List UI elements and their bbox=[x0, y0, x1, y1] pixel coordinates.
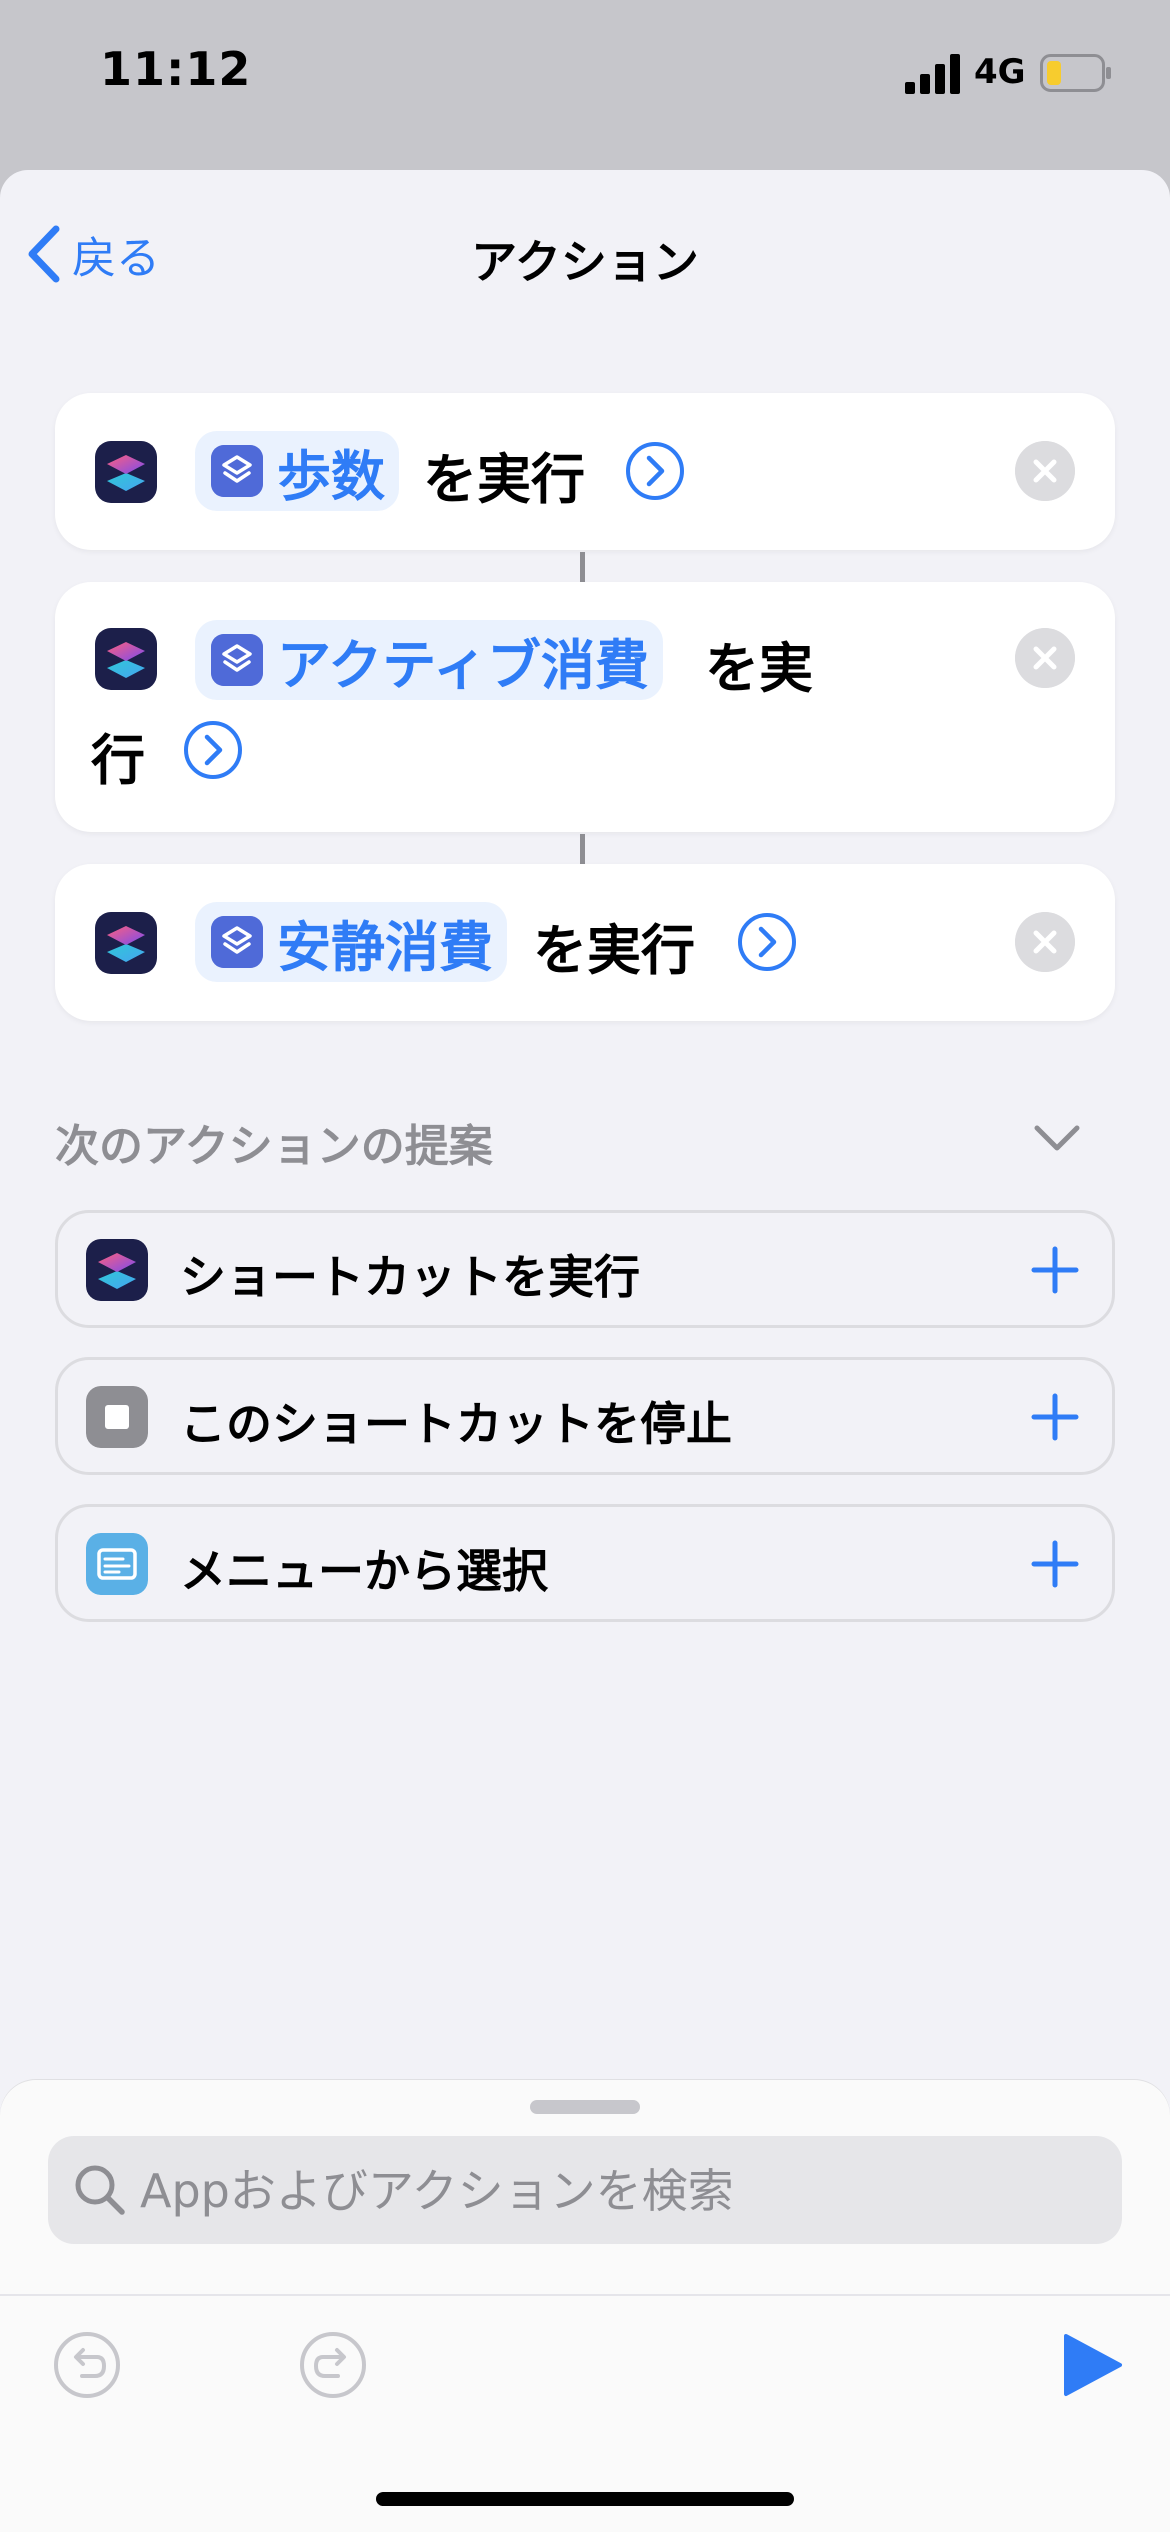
action-suffix-text: を実行 bbox=[423, 448, 585, 511]
search-input[interactable] bbox=[138, 2158, 1042, 2224]
suggestion-label: このショートカットを停止 bbox=[180, 1397, 732, 1451]
action-param-pill[interactable]: 歩数 bbox=[195, 431, 399, 511]
action-param-pill[interactable]: 安静消費 bbox=[195, 902, 507, 982]
action-card-active-energy[interactable]: アクティブ消費 を実 行 bbox=[55, 582, 1115, 832]
action-card-steps[interactable]: 歩数 を実行 bbox=[55, 393, 1115, 550]
action-connector bbox=[580, 552, 585, 582]
plus-icon[interactable] bbox=[1028, 1243, 1082, 1297]
expand-chevron-icon[interactable] bbox=[737, 912, 797, 972]
pill-label: 安静消費 bbox=[277, 915, 493, 979]
action-suffix-text: を実 bbox=[705, 637, 813, 700]
remove-action-icon[interactable] bbox=[1015, 441, 1075, 501]
suggestion-run-shortcut[interactable]: ショートカットを実行 bbox=[55, 1210, 1115, 1328]
home-indicator bbox=[376, 2492, 794, 2506]
remove-action-icon[interactable] bbox=[1015, 912, 1075, 972]
action-card-resting-energy[interactable]: 安静消費 を実行 bbox=[55, 864, 1115, 1021]
shortcuts-app-icon bbox=[95, 628, 157, 690]
remove-action-icon[interactable] bbox=[1015, 628, 1075, 688]
expand-chevron-icon[interactable] bbox=[183, 720, 243, 780]
redo-icon[interactable] bbox=[298, 2330, 368, 2400]
shortcuts-app-icon bbox=[95, 441, 157, 503]
shortcuts-app-icon bbox=[86, 1239, 148, 1301]
shortcut-layers-icon bbox=[211, 445, 263, 497]
menu-icon bbox=[86, 1533, 148, 1595]
action-suffix-text: を実行 bbox=[533, 919, 695, 982]
plus-icon[interactable] bbox=[1028, 1537, 1082, 1591]
sheet-grabber[interactable] bbox=[530, 2100, 640, 2114]
plus-icon[interactable] bbox=[1028, 1390, 1082, 1444]
action-connector bbox=[580, 834, 585, 864]
action-param-pill[interactable]: アクティブ消費 bbox=[195, 620, 664, 700]
expand-chevron-icon[interactable] bbox=[625, 441, 685, 501]
search-field[interactable] bbox=[48, 2136, 1122, 2244]
shortcut-layers-icon bbox=[211, 916, 263, 968]
suggestion-label: ショートカットを実行 bbox=[180, 1250, 640, 1304]
status-bar: 11:12 4G bbox=[0, 0, 1170, 160]
shortcuts-app-icon bbox=[95, 912, 157, 974]
shortcut-layers-icon bbox=[211, 634, 263, 686]
suggestions-title: 次のアクションの提案 bbox=[55, 1121, 493, 1172]
suggestion-choose-from-menu[interactable]: メニューから選択 bbox=[55, 1504, 1115, 1622]
pill-label: アクティブ消費 bbox=[277, 633, 650, 697]
action-suffix-text-wrap: 行 bbox=[91, 729, 145, 792]
undo-icon[interactable] bbox=[52, 2330, 122, 2400]
toolbar-divider bbox=[0, 2294, 1170, 2296]
chevron-down-icon[interactable] bbox=[1032, 1118, 1082, 1158]
play-icon[interactable] bbox=[1058, 2330, 1128, 2400]
status-time: 11:12 bbox=[100, 42, 252, 96]
signal-icon bbox=[905, 54, 960, 94]
stop-icon bbox=[86, 1386, 148, 1448]
page-title: アクション bbox=[471, 235, 699, 289]
battery-icon bbox=[1040, 54, 1111, 92]
suggestion-label: メニューから選択 bbox=[180, 1544, 548, 1598]
search-icon bbox=[75, 2165, 125, 2215]
network-label: 4G bbox=[974, 52, 1026, 92]
action-search-panel bbox=[0, 2080, 1170, 2532]
suggestion-stop-shortcut[interactable]: このショートカットを停止 bbox=[55, 1357, 1115, 1475]
pill-label: 歩数 bbox=[277, 444, 385, 508]
